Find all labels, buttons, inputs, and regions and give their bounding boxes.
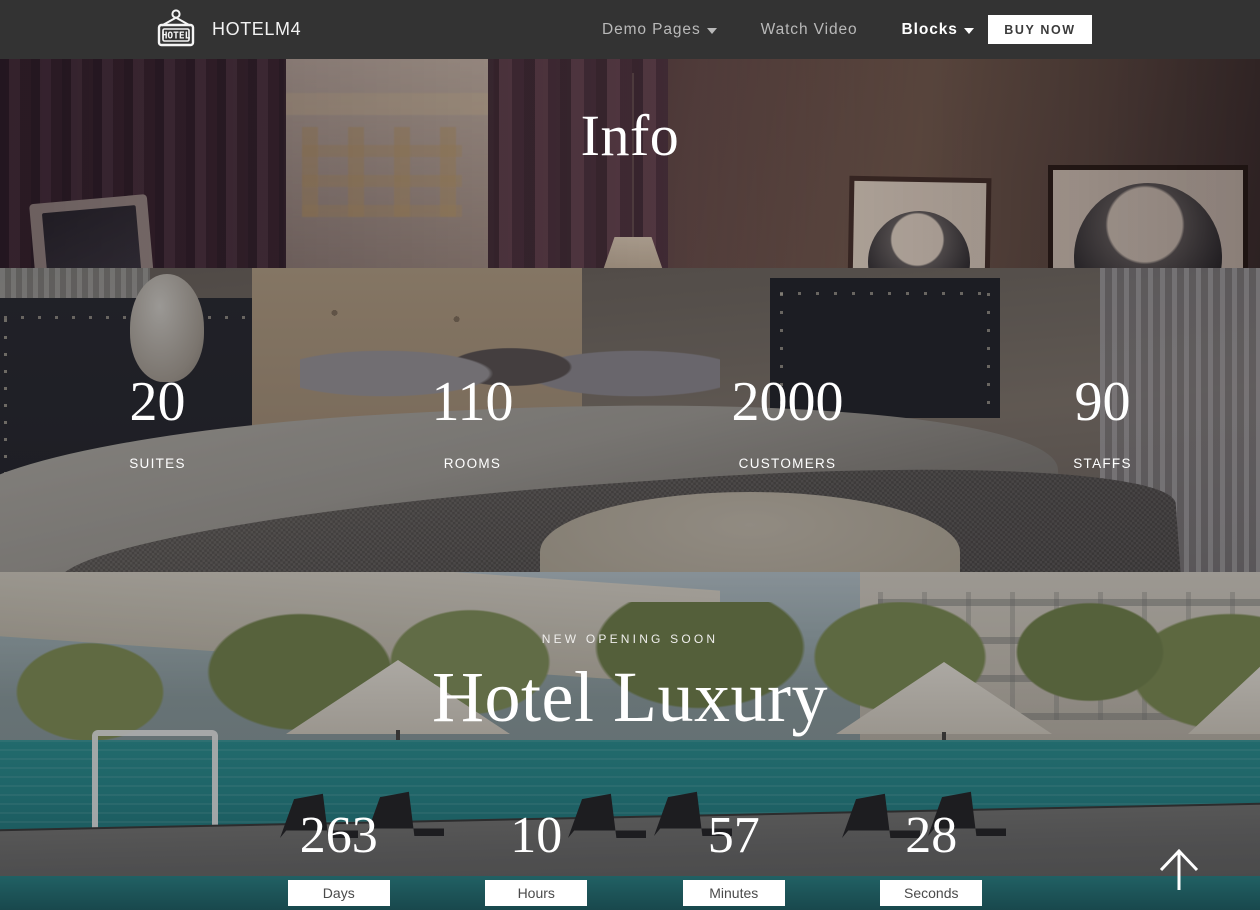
counter-label: SUITES bbox=[129, 456, 186, 471]
nav-item-demo-pages-label: Demo Pages bbox=[602, 20, 701, 38]
countdown-timer: 263 Days 10 Hours 57 Minutes 28 Seconds bbox=[240, 810, 1030, 906]
counter-item-staffs: 90 STAFFS bbox=[945, 268, 1260, 572]
counter-label: ROOMS bbox=[443, 456, 502, 471]
countdown-item-hours: 10 Hours bbox=[438, 810, 636, 906]
hero-info-section: Info bbox=[0, 59, 1260, 268]
page-title: Info bbox=[580, 103, 680, 168]
countdown-value: 57 bbox=[707, 807, 760, 864]
counter-value: 2000 bbox=[731, 371, 844, 433]
countdown-value: 28 bbox=[905, 807, 958, 864]
counter-value: 20 bbox=[129, 371, 186, 433]
top-navigation-bar: HOTEL HOTELM4 Demo Pages Watch Video Blo… bbox=[0, 0, 1260, 59]
statistics-counter-section: 20 SUITES 110 ROOMS 2000 CUSTOMERS 90 ST… bbox=[0, 268, 1260, 572]
nav-item-blocks[interactable]: Blocks bbox=[880, 21, 996, 39]
counter-item-rooms: 110 ROOMS bbox=[315, 268, 630, 572]
brand-logo-link[interactable]: HOTEL HOTELM4 bbox=[150, 8, 301, 52]
countdown-content: NEW OPENING SOON Hotel Luxury 263 Days 1… bbox=[0, 572, 1260, 910]
chevron-down-icon bbox=[963, 28, 974, 34]
buy-now-button[interactable]: BUY NOW bbox=[988, 15, 1092, 44]
countdown-label: Minutes bbox=[682, 880, 785, 906]
scroll-to-top-button[interactable] bbox=[1150, 844, 1208, 892]
nav-item-watch-video[interactable]: Watch Video bbox=[739, 21, 880, 39]
counter-value: 90 bbox=[1074, 371, 1131, 433]
counter-label: CUSTOMERS bbox=[738, 456, 837, 471]
nav-item-demo-pages[interactable]: Demo Pages bbox=[580, 21, 739, 39]
chevron-down-icon bbox=[706, 28, 717, 34]
counter-item-customers: 2000 CUSTOMERS bbox=[630, 268, 945, 572]
countdown-item-days: 263 Days bbox=[240, 810, 438, 906]
counter-value: 110 bbox=[431, 371, 514, 433]
nav-item-blocks-label: Blocks bbox=[901, 20, 958, 38]
countdown-item-minutes: 57 Minutes bbox=[635, 810, 833, 906]
hotel-sign-icon: HOTEL bbox=[150, 8, 202, 52]
countdown-hero-section: NEW OPENING SOON Hotel Luxury 263 Days 1… bbox=[0, 572, 1260, 910]
countdown-value: 263 bbox=[299, 807, 378, 864]
countdown-label: Seconds bbox=[880, 880, 983, 906]
countdown-label: Days bbox=[287, 880, 390, 906]
svg-text:HOTEL: HOTEL bbox=[162, 30, 191, 41]
countdown-value: 10 bbox=[510, 807, 563, 864]
counter-item-suites: 20 SUITES bbox=[0, 268, 315, 572]
brand-name: HOTELM4 bbox=[212, 19, 302, 39]
section-title: Hotel Luxury bbox=[432, 657, 828, 737]
arrow-up-icon bbox=[1159, 848, 1199, 890]
counter-row: 20 SUITES 110 ROOMS 2000 CUSTOMERS 90 ST… bbox=[0, 268, 1260, 572]
nav-item-watch-video-label: Watch Video bbox=[760, 20, 858, 38]
main-nav-links: Demo Pages Watch Video Blocks bbox=[580, 0, 996, 59]
countdown-item-seconds: 28 Seconds bbox=[833, 810, 1031, 906]
section-eyebrow: NEW OPENING SOON bbox=[541, 632, 719, 646]
countdown-label: Hours bbox=[485, 880, 588, 906]
counter-label: STAFFS bbox=[1073, 456, 1132, 471]
